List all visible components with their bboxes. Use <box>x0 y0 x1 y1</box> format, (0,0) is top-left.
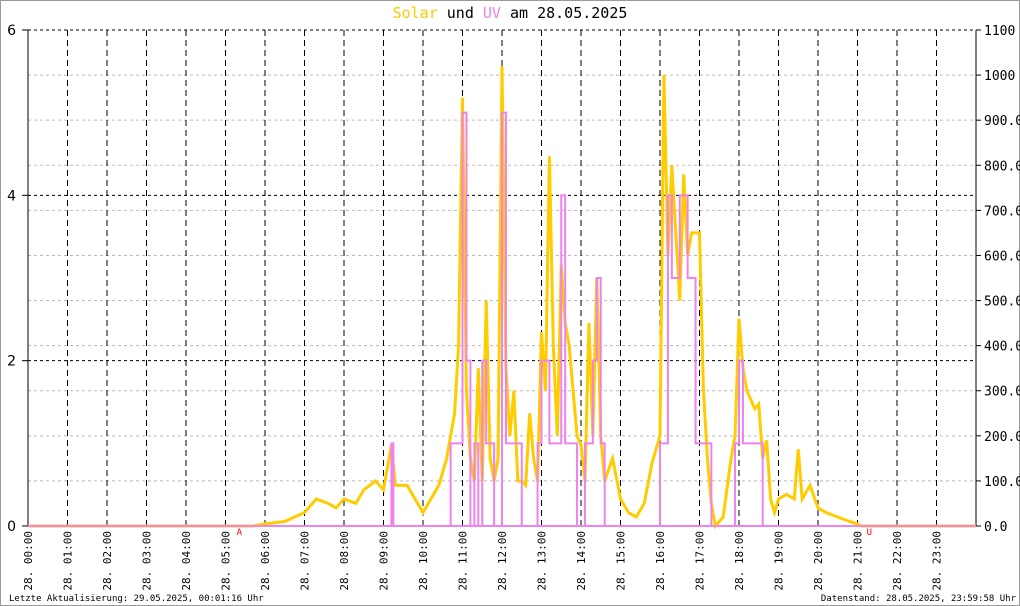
x-tick-label: 28. 13:00 <box>536 531 549 591</box>
series-line-uv <box>28 111 976 527</box>
right-tick-label: 600.0 <box>984 249 1020 264</box>
x-tick-label: 28. 15:00 <box>615 531 628 591</box>
right-tick-label: 1100 <box>984 24 1015 39</box>
x-tick-label: 28. 01:00 <box>62 531 75 591</box>
chart-plot: 0.0 100.0 200.0 300.0 400.0 500.0 600.0 700.0 80… <box>7 23 1020 591</box>
left-tick-label: 4 <box>7 188 16 204</box>
right-tick-label: 0.0 <box>984 520 1007 535</box>
x-tick-label: 28. 17:00 <box>694 531 707 591</box>
x-tick-label: 28. 06:00 <box>259 531 272 591</box>
right-tick-label: 700.0 <box>984 204 1020 219</box>
x-tick-label: 28. 10:00 <box>417 531 430 591</box>
left-tick-label: 0 <box>7 519 16 535</box>
x-tick-label: 28. 19:00 <box>773 531 786 591</box>
right-tick-label: 300.0 <box>984 385 1020 400</box>
x-tick-label: 28. 09:00 <box>378 531 391 591</box>
x-tick-label: 28. 18:00 <box>733 531 746 591</box>
right-tick-label: 900.0 <box>984 114 1020 129</box>
right-tick-label: 800.0 <box>984 159 1020 174</box>
right-tick-label: 200.0 <box>984 430 1020 445</box>
x-tick-label: 28. 07:00 <box>299 531 312 591</box>
right-tick-label: 400.0 <box>984 340 1020 355</box>
right-tick-label: 1000 <box>984 69 1015 84</box>
right-tick-label: 100.0 <box>984 475 1020 490</box>
x-tick-label: 28. 11:00 <box>457 531 470 591</box>
x-tick-label: 28. 22:00 <box>891 531 904 591</box>
x-tick-label: 28. 14:00 <box>575 531 588 591</box>
right-tick-label: 500.0 <box>984 295 1020 310</box>
x-tick-label: 28. 02:00 <box>101 531 114 591</box>
x-tick-label: 28. 05:00 <box>220 531 233 591</box>
left-tick-label: 2 <box>7 354 16 370</box>
x-tick-label: 28. 12:00 <box>496 531 509 591</box>
x-tick-label: 28. 20:00 <box>812 531 825 591</box>
x-tick-label: 28. 03:00 <box>141 531 154 591</box>
left-tick-label: 6 <box>7 23 16 39</box>
marker-u: U <box>867 528 872 538</box>
footer-last-update: Letzte Aktualisierung: 29.05.2025, 00:01… <box>9 594 264 604</box>
footer-data-status: Datenstand: 28.05.2025, 23:59:58 Uhr <box>820 594 1016 604</box>
x-tick-label: 28. 23:00 <box>931 531 944 591</box>
x-tick-label: 28. 04:00 <box>180 531 193 591</box>
x-tick-label: 28. 08:00 <box>338 531 351 591</box>
marker-a: A <box>237 528 243 538</box>
x-tick-label: 28. 00:00 <box>22 531 35 591</box>
x-tick-label: 28. 16:00 <box>654 531 667 591</box>
x-tick-label: 28. 21:00 <box>852 531 865 591</box>
